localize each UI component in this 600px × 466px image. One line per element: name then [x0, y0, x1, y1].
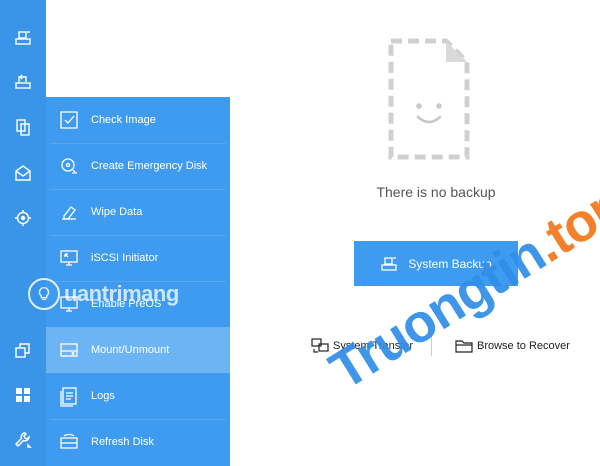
rail-window-restore[interactable]	[0, 330, 46, 370]
email-icon	[15, 165, 31, 181]
menu-item-label: Wipe Data	[91, 206, 143, 218]
menu-item-mount-unmount[interactable]: Mount/Unmount	[46, 327, 230, 373]
check-image-icon	[58, 109, 80, 131]
menu-item-label: Logs	[91, 390, 115, 402]
menu-item-iscsi-initiator[interactable]: iSCSI Initiator	[46, 235, 230, 281]
folder-icon	[455, 340, 473, 353]
rail-clone[interactable]	[0, 107, 46, 147]
menu-item-check-image[interactable]: Check Image	[46, 97, 230, 143]
target-icon	[15, 210, 31, 226]
empty-document-icon	[388, 38, 470, 160]
menu-item-wipe-data[interactable]: Wipe Data	[46, 189, 230, 235]
emergency-disk-icon	[58, 155, 80, 177]
menu-item-label: Refresh Disk	[91, 436, 154, 448]
apps-grid-icon	[16, 388, 30, 402]
rail-backup[interactable]	[0, 18, 46, 58]
refresh-disk-icon	[58, 431, 80, 453]
watermark-quantrimang: uantrimang	[28, 278, 179, 310]
empty-state-text: There is no backup	[376, 184, 496, 200]
backup-icon	[15, 31, 31, 45]
menu-item-logs[interactable]: Logs	[46, 373, 230, 419]
eraser-icon	[58, 201, 80, 223]
browse-to-recover-link[interactable]: Browse to Recover	[455, 337, 570, 355]
menu-item-label: Create Emergency Disk	[91, 160, 208, 172]
menu-item-create-emergency-disk[interactable]: Create Emergency Disk	[46, 143, 230, 189]
restore-icon	[15, 74, 31, 89]
drive-icon	[58, 339, 80, 361]
rail-tools[interactable]	[0, 420, 46, 460]
browse-to-recover-label: Browse to Recover	[477, 340, 570, 352]
tools-wrench-icon	[14, 432, 32, 448]
lightbulb-icon	[28, 278, 60, 310]
rail-apps[interactable]	[0, 375, 46, 415]
menu-item-refresh-disk[interactable]: Refresh Disk	[46, 419, 230, 465]
rail-target[interactable]	[0, 198, 46, 238]
menu-item-label: Mount/Unmount	[91, 344, 170, 356]
watermark-text: uantrimang	[64, 281, 179, 306]
menu-item-label: iSCSI Initiator	[91, 252, 159, 264]
rail-email[interactable]	[0, 153, 46, 193]
watermark-truongtin: Truongtin.top	[319, 172, 600, 402]
menu-item-label: Check Image	[91, 114, 156, 126]
left-icon-rail	[0, 0, 46, 466]
clone-icon	[16, 119, 30, 136]
backup-icon	[381, 256, 397, 271]
rail-restore[interactable]	[0, 62, 46, 102]
logs-icon	[58, 385, 80, 407]
monitor-arrow-icon	[58, 247, 80, 269]
window-restore-icon	[15, 343, 30, 358]
